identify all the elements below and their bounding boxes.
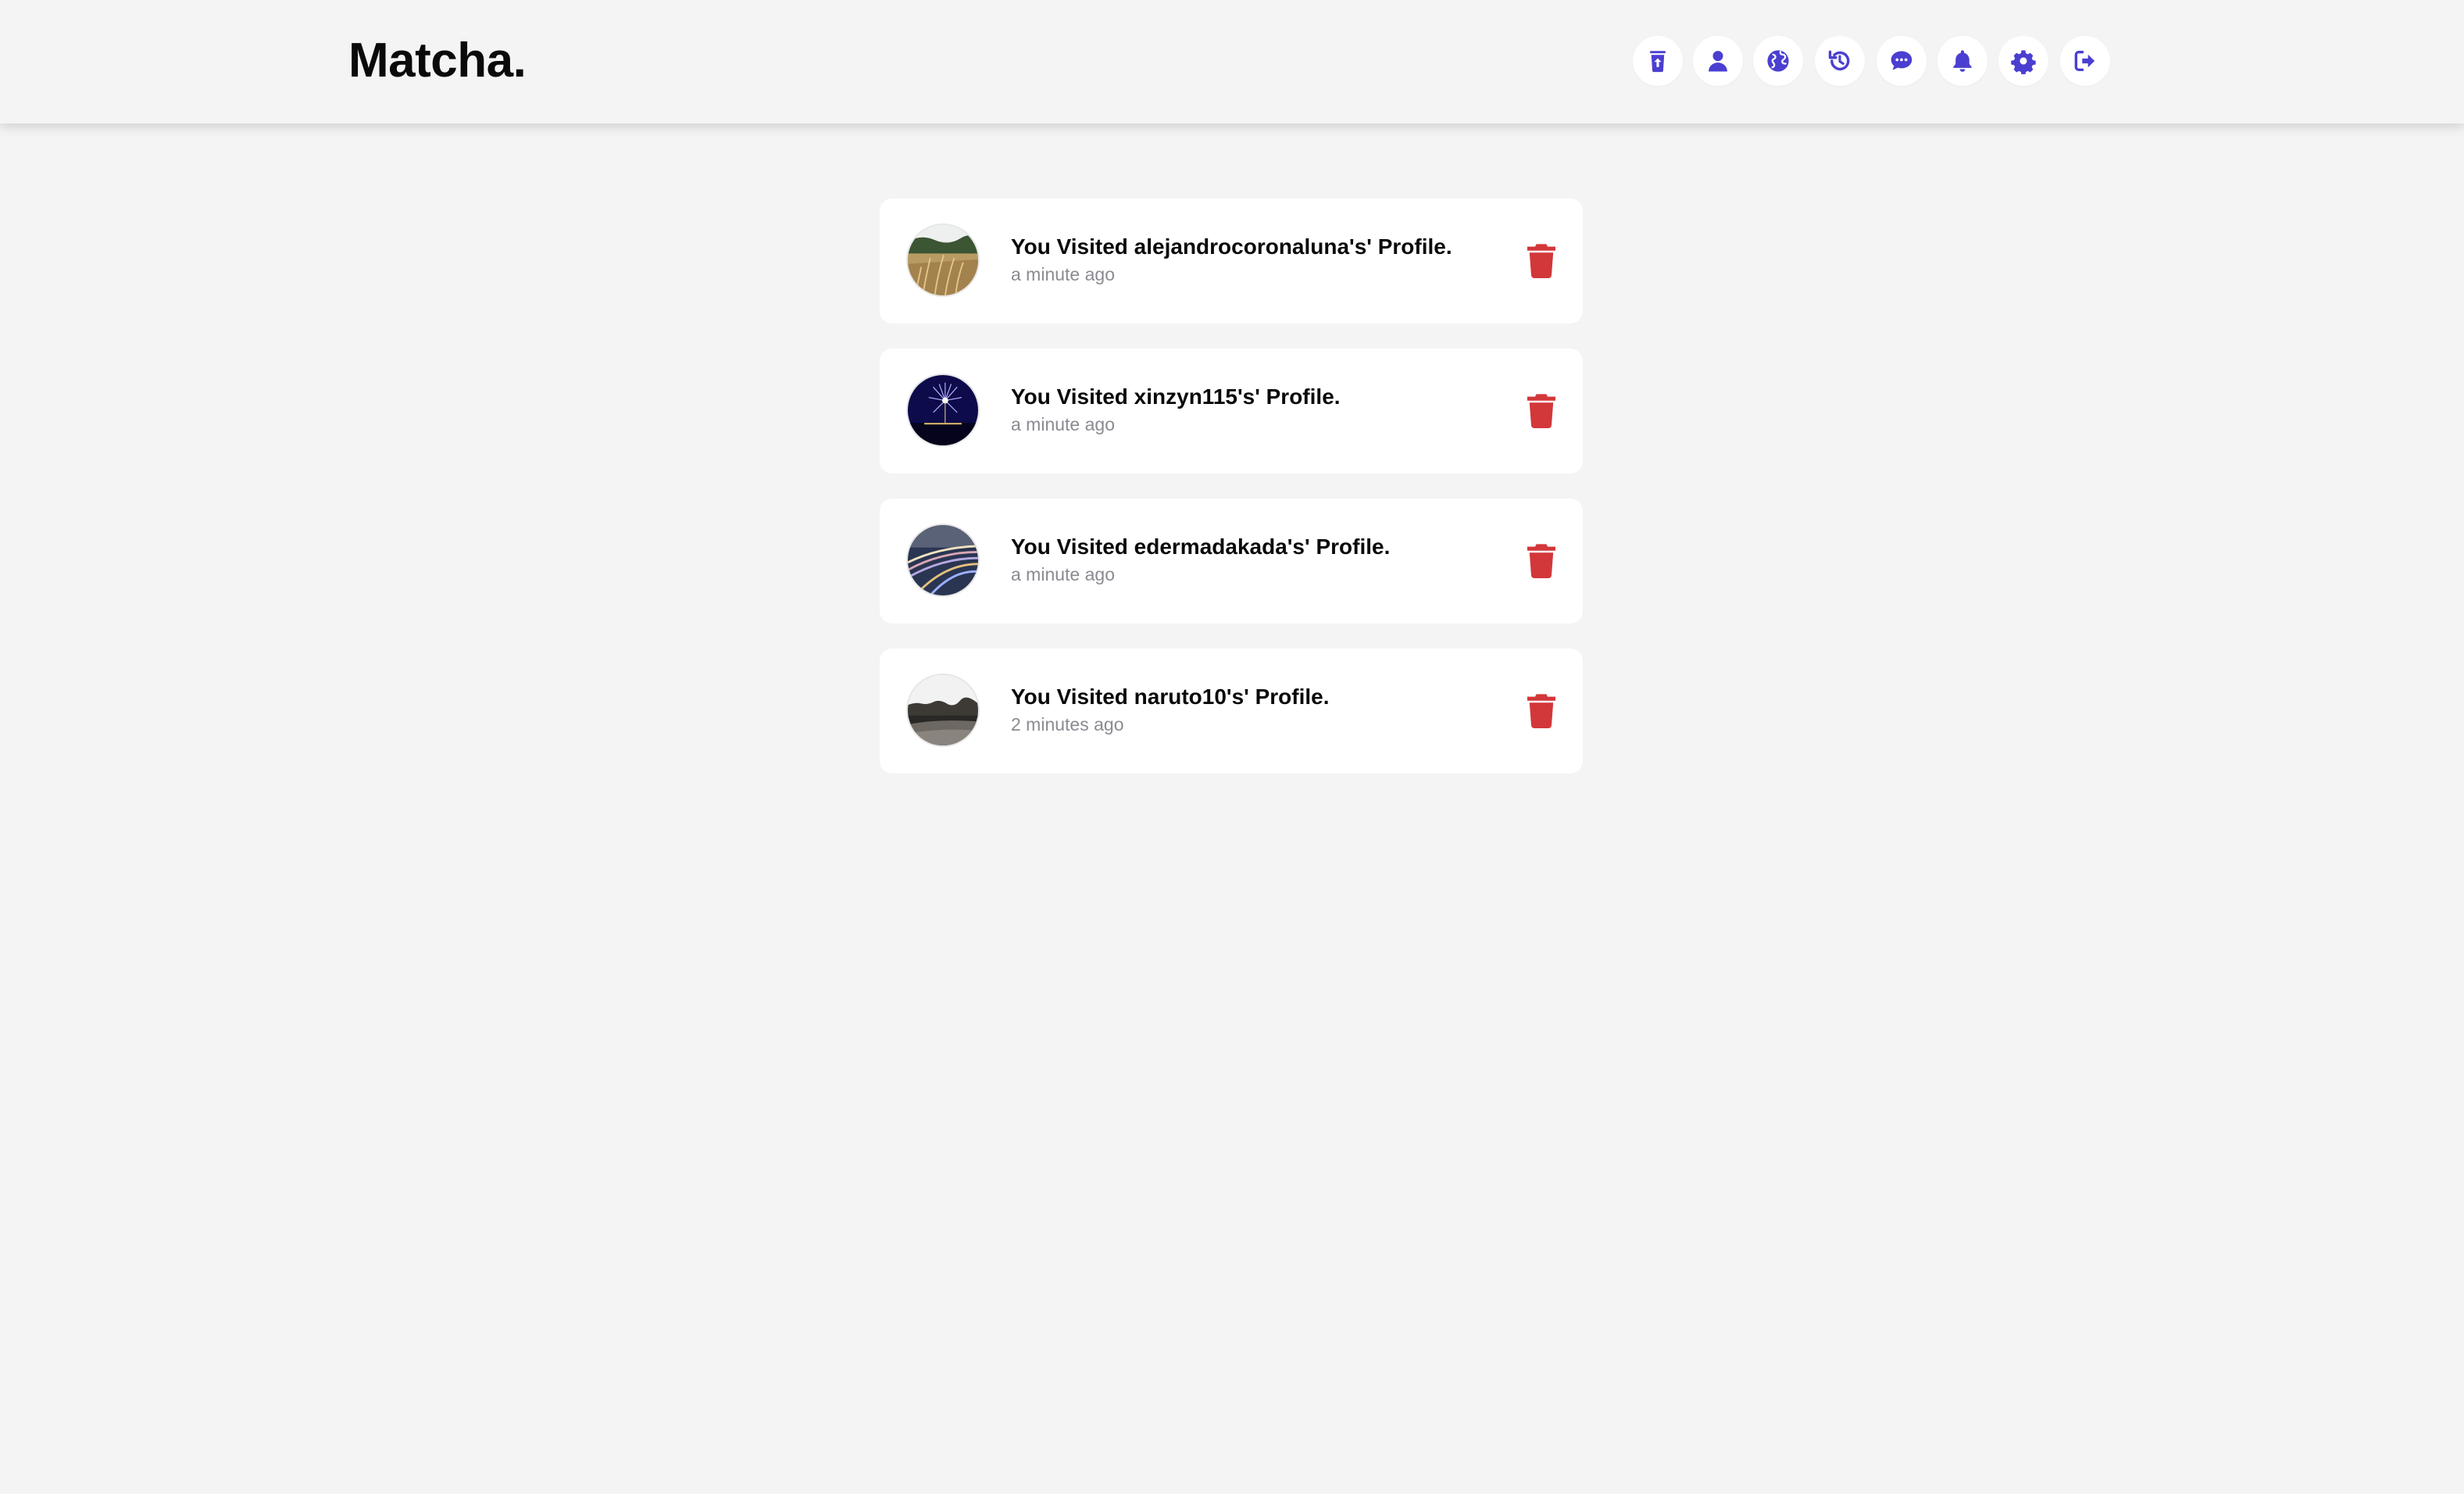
history-item-title: You Visited naruto10's' Profile. [1011, 684, 1330, 709]
history-item-title: You Visited xinzyn115's' Profile. [1011, 384, 1341, 409]
delete-history-button[interactable] [1522, 239, 1561, 283]
nav-notifications-button[interactable] [1937, 36, 1987, 86]
history-item-time: a minute ago [1011, 564, 1115, 584]
history-icon [1828, 50, 1850, 71]
chat-icon [1891, 51, 1912, 70]
nav-chat-button[interactable] [1877, 36, 1927, 86]
trash-icon [1527, 544, 1555, 579]
top-navbar: Matcha. [0, 0, 2464, 123]
avatar[interactable] [906, 374, 980, 447]
gear-icon [2011, 50, 2036, 74]
nav-upload-button[interactable] [1633, 36, 1683, 86]
brand-logo[interactable]: Matcha. [348, 28, 527, 94]
delete-history-button[interactable] [1522, 689, 1561, 733]
history-item-text: You Visited xinzyn115's' Profile. a minu… [1011, 383, 1511, 436]
nav-logout-button[interactable] [2060, 36, 2110, 86]
bell-icon [1953, 50, 1972, 72]
avatar[interactable] [906, 674, 980, 747]
upload-icon [1650, 51, 1666, 73]
fireworks-photo [908, 375, 978, 445]
history-item-text: You Visited alejandrocoronaluna's' Profi… [1011, 233, 1511, 286]
light-trails-photo [908, 525, 978, 595]
trash-icon [1527, 694, 1555, 729]
visit-history-list: You Visited alejandrocoronaluna's' Profi… [880, 198, 1583, 799]
history-item-time: a minute ago [1011, 264, 1115, 284]
trash-icon [1527, 394, 1555, 429]
history-item[interactable]: You Visited naruto10's' Profile. 2 minut… [880, 649, 1583, 774]
nav-profile-button[interactable] [1693, 36, 1743, 86]
history-item-time: 2 minutes ago [1011, 714, 1124, 734]
delete-history-button[interactable] [1522, 539, 1561, 583]
globe-icon [1767, 50, 1789, 72]
user-icon [1709, 51, 1727, 72]
nav-explore-button[interactable] [1753, 36, 1803, 86]
wheat-field-photo [908, 225, 978, 295]
history-item[interactable]: You Visited alejandrocoronaluna's' Profi… [880, 198, 1583, 323]
history-item[interactable]: You Visited xinzyn115's' Profile. a minu… [880, 348, 1583, 474]
avatar[interactable] [906, 223, 980, 297]
history-item-time: a minute ago [1011, 414, 1115, 434]
history-item-text: You Visited edermadakada's' Profile. a m… [1011, 533, 1511, 586]
landscape-photo [908, 675, 978, 745]
nav-settings-button[interactable] [1998, 36, 2048, 86]
nav-history-button[interactable] [1815, 36, 1865, 86]
delete-history-button[interactable] [1522, 389, 1561, 433]
history-item-text: You Visited naruto10's' Profile. 2 minut… [1011, 683, 1511, 736]
history-item-title: You Visited edermadakada's' Profile. [1011, 534, 1391, 559]
avatar[interactable] [906, 524, 980, 597]
history-item[interactable]: You Visited edermadakada's' Profile. a m… [880, 499, 1583, 624]
history-item-title: You Visited alejandrocoronaluna's' Profi… [1011, 234, 1452, 259]
trash-icon [1527, 244, 1555, 279]
logout-icon [2074, 50, 2095, 72]
